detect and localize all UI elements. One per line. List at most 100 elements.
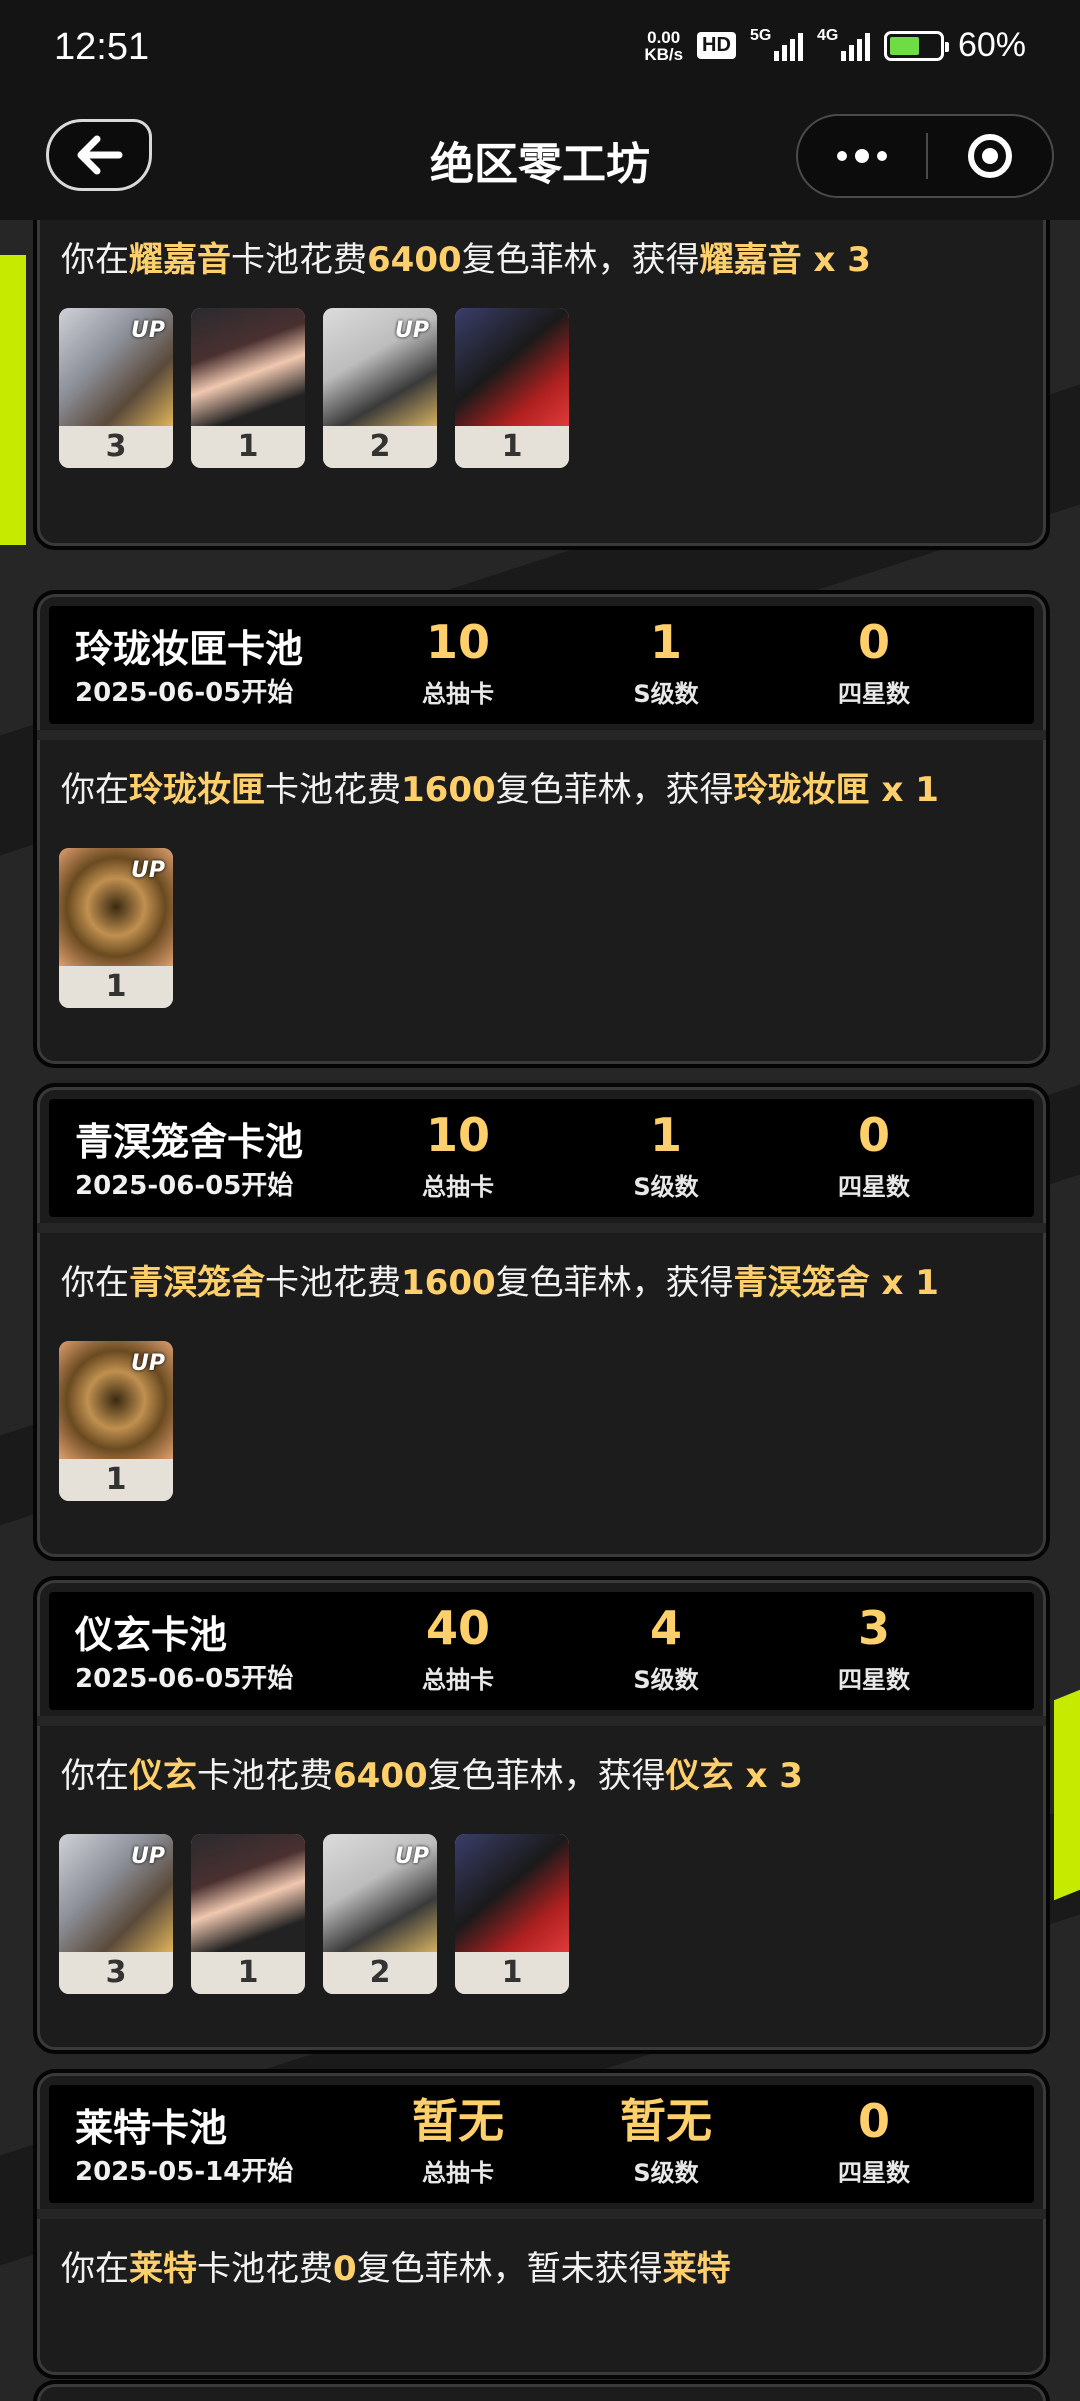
summary-cost: 1600 xyxy=(401,1263,496,1303)
character-portrait: UP xyxy=(323,1834,437,1952)
character-item[interactable]: UP 1 xyxy=(59,848,173,1008)
pool-summary: 你在仪玄卡池花费6400复色菲林，获得仪玄 x 3 xyxy=(49,1726,1034,1800)
item-list: UP 1 xyxy=(49,1307,1034,1501)
pool-name: 青溟笼舍卡池 xyxy=(75,1120,304,1164)
pool-name: 玲珑妆匣卡池 xyxy=(75,627,304,671)
character-portrait xyxy=(191,1834,305,1952)
stat-label: S级数 xyxy=(633,1666,699,1694)
summary-text: 你在 xyxy=(61,1756,129,1796)
character-item[interactable]: UP 3 xyxy=(59,1834,173,1994)
item-count: 1 xyxy=(59,966,173,1008)
summary-text: 卡池花费 xyxy=(265,1263,401,1303)
summary-result: 玲珑妆匣 x 1 xyxy=(733,770,939,810)
status-bar: 12:51 0.00 KB/s HD 5G 4G 60% xyxy=(0,0,1080,100)
pool-summary: 你在莱特卡池花费0复色菲林，暂未获得莱特 xyxy=(49,2219,1034,2293)
stat-four-star: 3 四星数 xyxy=(789,1600,959,1695)
battery-percent: 60% xyxy=(957,26,1026,64)
pool-start-date: 2025-06-05开始 xyxy=(75,1664,294,1694)
battery-icon xyxy=(883,30,949,61)
stat-s-rank: 暂无 S级数 xyxy=(581,2093,751,2188)
stat-label: 四星数 xyxy=(838,2159,910,2187)
stat-total-pulls: 40 总抽卡 xyxy=(373,1600,543,1695)
signal-4g-icon: 4G xyxy=(817,27,870,61)
character-item[interactable]: 1 xyxy=(455,308,569,468)
stat-s-rank: 4 S级数 xyxy=(581,1600,751,1695)
summary-pool: 仪玄 xyxy=(129,1756,197,1796)
pool-header: 莱特卡池 2025-05-14开始 暂无 总抽卡 暂无 S级数 0 四星数 xyxy=(49,2085,1034,2203)
summary-text: 你在 xyxy=(61,240,129,280)
stat-label: S级数 xyxy=(633,1173,699,1201)
stat-s-rank: 1 S级数 xyxy=(581,1107,751,1202)
character-item[interactable]: UP 3 xyxy=(59,308,173,468)
summary-text: 复色菲林，获得 xyxy=(461,240,700,280)
mini-program-capsule xyxy=(796,114,1054,198)
signal-5g-icon: 5G xyxy=(750,27,803,61)
character-item[interactable]: 1 xyxy=(191,308,305,468)
item-portrait: UP xyxy=(59,1341,173,1459)
item-list: UP 3 1 UP 2 1 xyxy=(49,1800,1034,1994)
network-speed: 0.00 KB/s xyxy=(644,29,683,63)
pool-start-date: 2025-06-05开始 xyxy=(75,1171,294,1201)
stat-four-star: 0 四星数 xyxy=(789,2093,959,2188)
up-badge: UP xyxy=(395,1844,429,1869)
stat-value: 暂无 xyxy=(620,2094,712,2148)
more-button[interactable] xyxy=(798,116,926,196)
character-item[interactable]: UP 2 xyxy=(323,308,437,468)
stat-s-rank: 1 S级数 xyxy=(581,614,751,709)
stat-value: 10 xyxy=(425,615,490,669)
summary-text: 复色菲林，获得 xyxy=(495,770,734,810)
status-time: 12:51 xyxy=(54,26,150,68)
stat-total-pulls: 10 总抽卡 xyxy=(373,614,543,709)
item-portrait: UP xyxy=(59,848,173,966)
stat-label: 总抽卡 xyxy=(422,680,494,708)
character-item[interactable]: UP 1 xyxy=(59,1341,173,1501)
pool-summary: 你在青溟笼舍卡池花费1600复色菲林，获得青溟笼舍 x 1 xyxy=(49,1233,1034,1307)
more-dots-icon xyxy=(855,149,869,163)
stat-value: 1 xyxy=(649,615,682,669)
summary-pool: 玲珑妆匣 xyxy=(129,770,265,810)
pool-header: 玲珑妆匣卡池 2025-06-05开始 10 总抽卡 1 S级数 0 四星数 xyxy=(49,606,1034,724)
pool-card: 你在耀嘉音卡池花费6400复色菲林，获得耀嘉音 x 3 UP 3 1 UP 2 1 xyxy=(33,220,1050,550)
pool-card-list[interactable]: 你在耀嘉音卡池花费6400复色菲林，获得耀嘉音 x 3 UP 3 1 UP 2 1 … xyxy=(0,220,1080,2401)
character-item[interactable]: 1 xyxy=(455,1834,569,1994)
more-dots-icon xyxy=(877,151,887,161)
summary-text: 卡池花费 xyxy=(197,2249,333,2289)
close-button[interactable] xyxy=(928,116,1052,196)
summary-pool: 青溟笼舍 xyxy=(129,1263,265,1303)
character-item[interactable]: 1 xyxy=(191,1834,305,1994)
signal-4g-label: 4G xyxy=(816,26,839,44)
status-icons: 0.00 KB/s HD 5G 4G 60% xyxy=(644,26,1026,65)
card-divider xyxy=(37,2209,1046,2219)
summary-text: 复色菲林，暂未获得 xyxy=(356,2249,663,2289)
summary-text: 你在 xyxy=(61,770,129,810)
stat-value: 0 xyxy=(857,1108,890,1162)
up-badge: UP xyxy=(131,1351,165,1376)
character-portrait: UP xyxy=(59,308,173,426)
stat-value: 0 xyxy=(857,2094,890,2148)
summary-result: 莱特 xyxy=(662,2249,731,2289)
stat-value: 3 xyxy=(857,1601,890,1655)
stat-label: S级数 xyxy=(633,680,699,708)
stat-value: 1 xyxy=(649,1108,682,1162)
stat-total-pulls: 暂无 总抽卡 xyxy=(373,2093,543,2188)
stat-label: 四星数 xyxy=(838,1173,910,1201)
item-count: 1 xyxy=(455,1952,569,1994)
stat-value: 40 xyxy=(425,1601,490,1655)
item-list: UP 3 1 UP 2 1 xyxy=(49,284,1034,468)
summary-cost: 1600 xyxy=(401,770,496,810)
pool-card xyxy=(33,2380,1050,2401)
pool-start-date: 2025-06-05开始 xyxy=(75,678,294,708)
up-badge: UP xyxy=(131,1844,165,1869)
character-item[interactable]: UP 2 xyxy=(323,1834,437,1994)
pool-card: 仪玄卡池 2025-06-05开始 40 总抽卡 4 S级数 3 四星数 你在仪玄卡池… xyxy=(33,1576,1050,2054)
pool-name: 莱特卡池 xyxy=(75,2106,228,2150)
summary-text: 复色菲林，获得 xyxy=(427,1756,666,1796)
pool-header: 仪玄卡池 2025-06-05开始 40 总抽卡 4 S级数 3 四星数 xyxy=(49,1592,1034,1710)
summary-text: 卡池花费 xyxy=(265,770,401,810)
pool-card: 青溟笼舍卡池 2025-06-05开始 10 总抽卡 1 S级数 0 四星数 你在青溟… xyxy=(33,1083,1050,1561)
item-list: UP 1 xyxy=(49,814,1034,1008)
battery-fill xyxy=(889,36,919,55)
item-count: 1 xyxy=(191,1952,305,1994)
stat-label: 总抽卡 xyxy=(422,1173,494,1201)
pool-start-date: 2025-05-14开始 xyxy=(75,2157,294,2187)
